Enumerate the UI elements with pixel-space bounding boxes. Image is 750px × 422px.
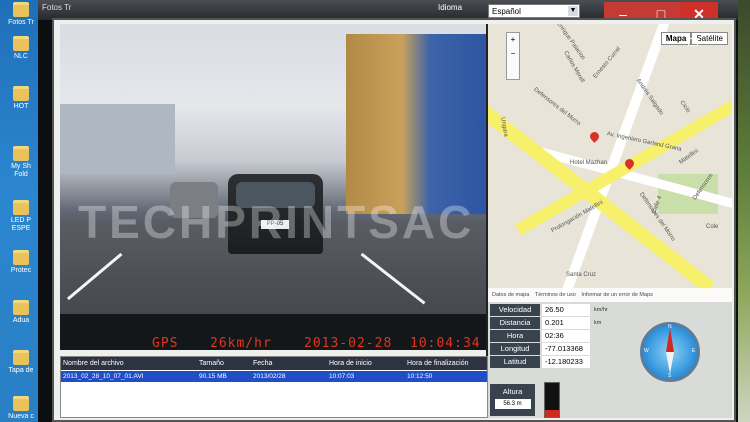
folder-icon (13, 396, 29, 411)
desktop-icon-nlc[interactable]: NLC (2, 36, 40, 61)
table-header: Nombre del archivo Tamaño Fecha Hora de … (61, 357, 487, 370)
distance-value: 0.201 (542, 317, 590, 329)
folder-icon (13, 36, 29, 51)
desktop-icon-nueva[interactable]: Nueva c (2, 396, 40, 421)
map-marker-icon[interactable] (588, 130, 601, 143)
map-view[interactable]: Defensores del Morro Enrique Palacios Ca… (486, 24, 732, 302)
map-data-link[interactable]: Datos de mapa (492, 292, 529, 298)
desktop-icon-my-shared[interactable]: My Sh Fold (2, 146, 40, 179)
map-zoom-control[interactable]: + − (506, 32, 520, 80)
altitude-box: Altura 56.3 m (490, 384, 535, 416)
folder-icon (13, 200, 29, 215)
file-list-table: Nombre del archivo Tamaño Fecha Hora de … (60, 356, 488, 418)
video-building (346, 34, 486, 214)
dashcam-player-window: Fotos Tr Idioma Español ▼ – □ ✕ PP-05 GP… (38, 0, 738, 422)
language-label: Idioma (438, 3, 463, 12)
compass-icon: N S E W (640, 322, 700, 382)
latitude-row: Latitud -12.180233 (490, 356, 650, 368)
speed-row: Velocidad 26.50 km/hr (490, 304, 650, 316)
altitude-value: 56.3 m (494, 399, 531, 409)
desktop-icon-led[interactable]: LED P ESPE (2, 200, 40, 233)
zoom-in-button[interactable]: + (507, 33, 519, 47)
column-header[interactable]: Hora de finalización (405, 357, 468, 370)
distance-row: Distancia 0.201 km (490, 317, 650, 329)
desktop-icon-protec[interactable]: Protec (2, 250, 40, 275)
longitude-value: -77.013368 (542, 343, 590, 355)
latitude-value: -12.180233 (542, 356, 590, 368)
restore-icon (688, 38, 698, 46)
column-header[interactable]: Hora de inicio (327, 357, 372, 370)
language-select[interactable]: Español ▼ (488, 4, 580, 18)
folder-icon (13, 350, 29, 365)
folder-icon (13, 250, 29, 265)
folder-icon (13, 146, 29, 161)
map-type-map-button[interactable]: Mapa (660, 32, 692, 45)
telemetry-panel: Velocidad 26.50 km/hr Distancia 0.201 km… (486, 302, 732, 418)
map-footer: Datos de mapa Términos de uso Informar d… (488, 288, 732, 302)
column-header[interactable]: Nombre del archivo (61, 357, 124, 370)
time-value: 02:36 (542, 330, 590, 342)
desktop-icon-hot[interactable]: HOT (2, 86, 40, 111)
folder-icon (13, 86, 29, 101)
video-date: 2013-02-28 (304, 336, 393, 350)
map-terms-link[interactable]: Términos de uso (535, 292, 576, 298)
table-row[interactable]: 2013_02_28_10_07_01.AVI 90.15 MB 2013/02… (61, 371, 487, 382)
desktop-icon-adua[interactable]: Adua (2, 300, 40, 325)
gps-speed: 26km/hr (210, 336, 272, 350)
video-building (60, 104, 175, 174)
gps-label: GPS (152, 336, 179, 350)
folder-icon (13, 300, 29, 315)
column-header[interactable]: Fecha (251, 357, 272, 370)
speed-value: 26.50 (542, 304, 590, 316)
longitude-row: Longitud -77.013368 (490, 343, 650, 355)
desktop-icon-fotos[interactable]: Fotos Tr (2, 2, 40, 27)
video-view[interactable]: PP-05 GPS 26km/hr 2013-02-28 10:04:34 (60, 24, 486, 350)
desktop-icon-tapa[interactable]: Tapa de (2, 350, 40, 375)
window-title: Fotos Tr (42, 3, 72, 12)
video-time: 10:04:34 (410, 336, 481, 350)
chevron-down-icon: ▼ (568, 6, 578, 16)
map-report-link[interactable]: Informar de un error de Maps (581, 292, 653, 298)
folder-icon (13, 2, 29, 17)
watermark: TECHPRINTSAC (78, 196, 475, 248)
altitude-gauge (544, 382, 560, 418)
language-value: Español (492, 7, 521, 16)
column-header[interactable]: Tamaño (197, 357, 224, 370)
time-row: Hora 02:36 (490, 330, 650, 342)
zoom-out-button[interactable]: − (507, 47, 519, 61)
